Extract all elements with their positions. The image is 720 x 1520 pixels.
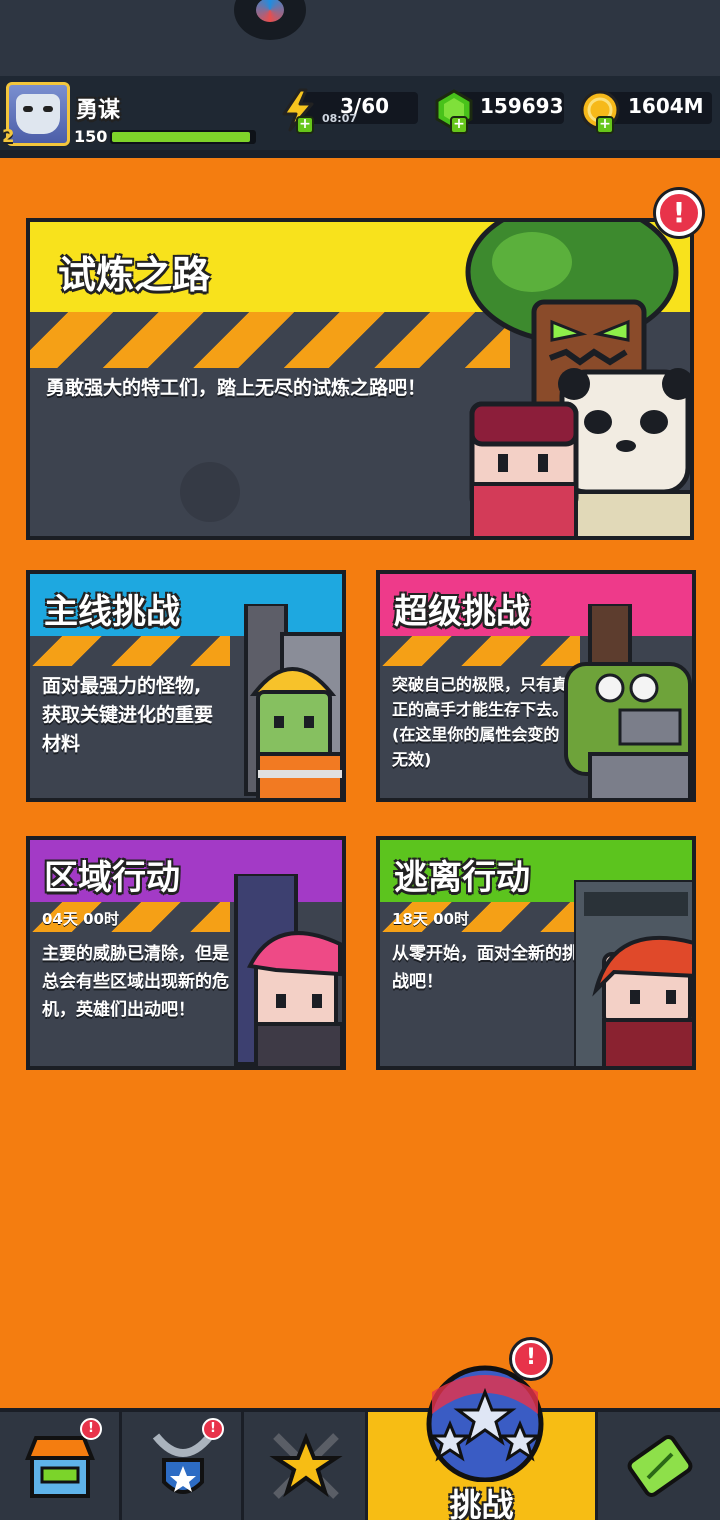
coin-value: 1604M: [628, 94, 704, 118]
nav-equipment[interactable]: !: [122, 1412, 244, 1520]
zone-operation-timer: 04天 00时: [42, 910, 119, 928]
gem-add-button[interactable]: +: [450, 116, 468, 134]
escape-operation-description: 从零开始，面对全新的挑战吧！: [392, 944, 579, 992]
avatar-character-icon: [16, 94, 60, 134]
player-name: 勇谋: [76, 98, 121, 123]
shop-icon: [25, 1436, 95, 1498]
player-rank: 2: [2, 126, 15, 147]
trial-road-title: 试炼之路: [58, 253, 211, 297]
hazard-stripes: [380, 636, 580, 666]
zone-operation-card[interactable]: 区域行动 04天 00时 主要的威胁已清除，但是总会有些区域出现新的危机，英雄们…: [26, 836, 346, 1070]
equipment-badge: !: [202, 1418, 224, 1440]
nav-heroes[interactable]: [244, 1412, 368, 1520]
escape-operation-title: 逃离行动: [394, 858, 530, 898]
trial-road-alert-icon: !: [656, 190, 702, 236]
zone-operation-title: 区域行动: [44, 858, 180, 898]
bottom-nav: ! ! 挑战: [0, 1408, 720, 1520]
tree-monster-panda-ninja-art: [465, 222, 690, 536]
xp-bar: [110, 130, 256, 144]
main-challenge-description: 面对最强力的怪物,获取关键进化的重要材料: [42, 675, 214, 755]
nav-evolution[interactable]: [598, 1412, 720, 1520]
nav-challenge-label: 挑战: [449, 1486, 514, 1520]
energy-timer: 08:07: [322, 112, 358, 125]
energy-add-button[interactable]: +: [296, 116, 314, 134]
super-challenge-description: 突破自己的极限，只有真正的高手才能生存下去。(在这里你的属性会变的无效): [392, 675, 569, 769]
gem-value: 159693: [480, 94, 564, 118]
xp-bar-fill: [112, 132, 250, 142]
coin-add-button[interactable]: +: [596, 116, 614, 134]
super-challenge-title: 超级挑战: [394, 592, 530, 632]
zone-operation-description: 主要的威胁已清除，但是总会有些区域出现新的危机，英雄们出动吧！: [42, 944, 229, 1020]
hud-divider: [0, 150, 720, 158]
star-swords-icon: [269, 1432, 343, 1499]
hazard-stripes: [30, 312, 510, 368]
challenge-badge: !: [512, 1340, 550, 1378]
dna-capsule-icon: [627, 1435, 693, 1497]
decor-circle: [180, 462, 240, 522]
pink-hair-hero-art: [234, 874, 342, 1066]
main-challenge-card[interactable]: 主线挑战 面对最强力的怪物,获取关键进化的重要材料: [26, 570, 346, 802]
hazard-stripes: [30, 636, 230, 666]
shield-necklace-icon: [152, 1433, 214, 1494]
nav-shop[interactable]: !: [0, 1412, 122, 1520]
shop-badge: !: [80, 1418, 102, 1440]
red-hair-hero-art: [574, 880, 692, 1066]
escape-operation-timer: 18天 00时: [392, 910, 469, 928]
trial-road-card[interactable]: 试炼之路 勇敢强大的特工们，踏上无尽的试炼之路吧！: [26, 218, 694, 540]
super-challenge-card[interactable]: 超级挑战 突破自己的极限，只有真正的高手才能生存下去。(在这里你的属性会变的无效…: [376, 570, 696, 802]
zombie-worker-art: [244, 604, 342, 798]
main-challenge-title: 主线挑战: [44, 592, 180, 632]
escape-operation-card[interactable]: 逃离行动 18天 00时 从零开始，面对全新的挑战吧！: [376, 836, 696, 1070]
trial-road-description: 勇敢强大的特工们，踏上无尽的试炼之路吧！: [46, 377, 427, 399]
star-ball-icon[interactable]: [420, 1362, 550, 1482]
player-avatar[interactable]: [6, 82, 70, 146]
green-ogre-art: [564, 604, 692, 798]
player-level: 150: [74, 127, 108, 146]
system-status-bar: [0, 0, 720, 76]
